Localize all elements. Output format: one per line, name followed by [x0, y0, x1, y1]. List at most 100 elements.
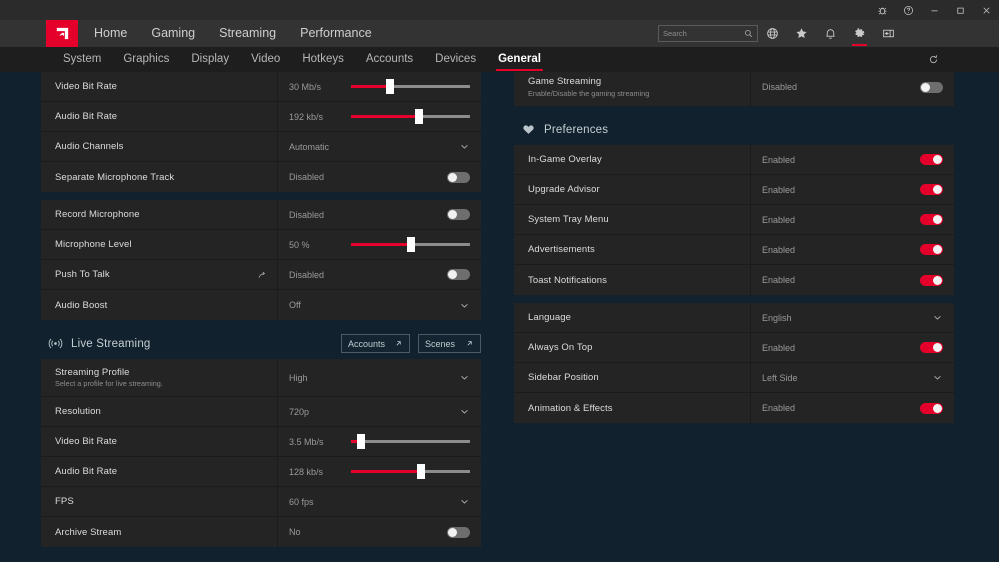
row-in-game-overlay[interactable]: In-Game Overlay Enabled: [514, 145, 954, 175]
search-box[interactable]: [658, 25, 758, 42]
chevron-down-icon[interactable]: [459, 406, 470, 417]
row-record-microphone[interactable]: Record Microphone Disabled: [41, 200, 481, 230]
row-label: Microphone Level: [41, 230, 278, 259]
row-video-bit-rate[interactable]: Video Bit Rate 30 Mb/s: [41, 72, 481, 102]
always-on-top-toggle[interactable]: [920, 342, 943, 353]
tab-devices[interactable]: Devices: [424, 47, 487, 72]
external-link-icon[interactable]: [257, 270, 267, 280]
row-label: Push To Talk: [41, 260, 278, 289]
animation-and-effects-toggle[interactable]: [920, 402, 943, 414]
row-stream-video-bit-rate[interactable]: Video Bit Rate 3.5 Mb/s: [41, 427, 481, 457]
value-text: High: [289, 372, 308, 383]
video-bit-rate-slider[interactable]: [351, 79, 470, 94]
search-input[interactable]: [663, 29, 743, 38]
nav-item-performance[interactable]: Performance: [288, 20, 384, 47]
star-icon[interactable]: [787, 20, 816, 47]
row-audio-boost[interactable]: Audio Boost Off: [41, 290, 481, 320]
accounts-button[interactable]: Accounts: [340, 334, 410, 353]
row-stream-resolution[interactable]: Resolution 720p: [41, 397, 481, 427]
row-label: FPS: [41, 487, 278, 516]
in-game-overlay-toggle[interactable]: [920, 154, 943, 165]
tab-hotkeys[interactable]: Hotkeys: [291, 47, 355, 72]
close-icon[interactable]: [973, 0, 999, 20]
chevron-down-icon[interactable]: [459, 300, 470, 311]
settings-subnav: System Graphics Display Video Hotkeys Ac…: [0, 47, 999, 72]
row-system-tray-menu[interactable]: System Tray Menu Enabled: [514, 205, 954, 235]
row-label: Audio Bit Rate: [41, 457, 278, 486]
row-toast-notifications[interactable]: Toast Notifications Enabled: [514, 265, 954, 295]
row-sidebar-position[interactable]: Sidebar Position Left Side: [514, 363, 954, 393]
row-animation-and-effects[interactable]: Animation & Effects Enabled: [514, 393, 954, 423]
row-archive-stream[interactable]: Archive Stream No: [41, 517, 481, 547]
tab-graphics[interactable]: Graphics: [112, 47, 180, 72]
row-label: Audio Boost: [41, 290, 278, 320]
row-stream-audio-bit-rate[interactable]: Audio Bit Rate 128 kb/s: [41, 457, 481, 487]
system-tray-menu-toggle[interactable]: [920, 214, 943, 225]
row-streaming-profile[interactable]: Streaming Profile Select a profile for l…: [41, 359, 481, 397]
external-arrow-icon: [465, 339, 474, 348]
value-text: English: [762, 312, 792, 323]
row-label: Audio Bit Rate: [41, 102, 278, 131]
row-separate-microphone-track[interactable]: Separate Microphone Track Disabled: [41, 162, 481, 192]
row-language[interactable]: Language English: [514, 303, 954, 333]
audio-bit-rate-slider[interactable]: [351, 109, 470, 124]
row-game-streaming[interactable]: Game Streaming Enable/Disable the gaming…: [514, 72, 954, 106]
chevron-down-icon[interactable]: [459, 372, 470, 383]
nav-item-home[interactable]: Home: [78, 20, 139, 47]
upgrade-advisor-toggle[interactable]: [920, 184, 943, 195]
chevron-down-icon[interactable]: [459, 141, 470, 152]
row-label: Animation & Effects: [514, 393, 751, 423]
tab-accounts[interactable]: Accounts: [355, 47, 424, 72]
row-push-to-talk[interactable]: Push To Talk Disabled: [41, 260, 481, 290]
reset-icon[interactable]: [923, 50, 943, 69]
row-microphone-level[interactable]: Microphone Level 50 %: [41, 230, 481, 260]
nav-item-gaming[interactable]: Gaming: [139, 20, 207, 47]
broadcast-icon: [44, 336, 66, 351]
scenes-button[interactable]: Scenes: [418, 334, 481, 353]
tab-video[interactable]: Video: [240, 47, 291, 72]
stream-video-bit-rate-slider[interactable]: [351, 434, 470, 449]
nav-items: Home Gaming Streaming Performance: [78, 20, 384, 47]
chevron-down-icon[interactable]: [932, 312, 943, 323]
chevron-down-icon[interactable]: [932, 372, 943, 383]
record-microphone-toggle[interactable]: [447, 209, 470, 220]
row-audio-bit-rate[interactable]: Audio Bit Rate 192 kb/s: [41, 102, 481, 132]
chevron-down-icon[interactable]: [459, 496, 470, 507]
bug-report-icon[interactable]: [869, 0, 895, 20]
value-text: Disabled: [762, 82, 798, 92]
maximize-icon[interactable]: [947, 0, 973, 20]
microphone-level-slider[interactable]: [351, 237, 470, 252]
row-label: Advertisements: [514, 235, 751, 264]
value-text: Enabled: [762, 403, 796, 413]
preferences-group-b: Language English Always On Top Enabled S…: [514, 303, 954, 423]
toast-notifications-toggle[interactable]: [920, 274, 943, 286]
archive-stream-toggle[interactable]: [447, 526, 470, 538]
value-text: Disabled: [289, 269, 325, 280]
row-stream-fps[interactable]: FPS 60 fps: [41, 487, 481, 517]
tab-general[interactable]: General: [487, 47, 552, 72]
row-always-on-top[interactable]: Always On Top Enabled: [514, 333, 954, 363]
stream-audio-bit-rate-slider[interactable]: [351, 464, 470, 479]
panel-toggle-icon[interactable]: [874, 20, 903, 47]
row-upgrade-advisor[interactable]: Upgrade Advisor Enabled: [514, 175, 954, 205]
game-streaming-toggle[interactable]: [920, 81, 943, 93]
amd-logo-icon[interactable]: [46, 20, 78, 47]
help-icon[interactable]: [895, 0, 921, 20]
row-label: In-Game Overlay: [514, 145, 751, 174]
row-audio-channels[interactable]: Audio Channels Automatic: [41, 132, 481, 162]
globe-icon[interactable]: [758, 20, 787, 47]
push-to-talk-toggle[interactable]: [447, 269, 470, 280]
separate-microphone-track-toggle[interactable]: [447, 171, 470, 183]
value-text: 720p: [289, 406, 310, 417]
row-advertisements[interactable]: Advertisements Enabled: [514, 235, 954, 265]
value-text: 30 Mb/s: [289, 81, 322, 92]
value-text: Off: [289, 300, 301, 310]
minimize-icon[interactable]: [921, 0, 947, 20]
recording-group: Video Bit Rate 30 Mb/s Audio Bit Rate 19…: [41, 72, 481, 192]
tab-display[interactable]: Display: [180, 47, 240, 72]
nav-item-streaming[interactable]: Streaming: [207, 20, 288, 47]
advertisements-toggle[interactable]: [920, 244, 943, 255]
gear-icon[interactable]: [845, 20, 874, 47]
tab-system[interactable]: System: [52, 47, 112, 72]
bell-icon[interactable]: [816, 20, 845, 47]
